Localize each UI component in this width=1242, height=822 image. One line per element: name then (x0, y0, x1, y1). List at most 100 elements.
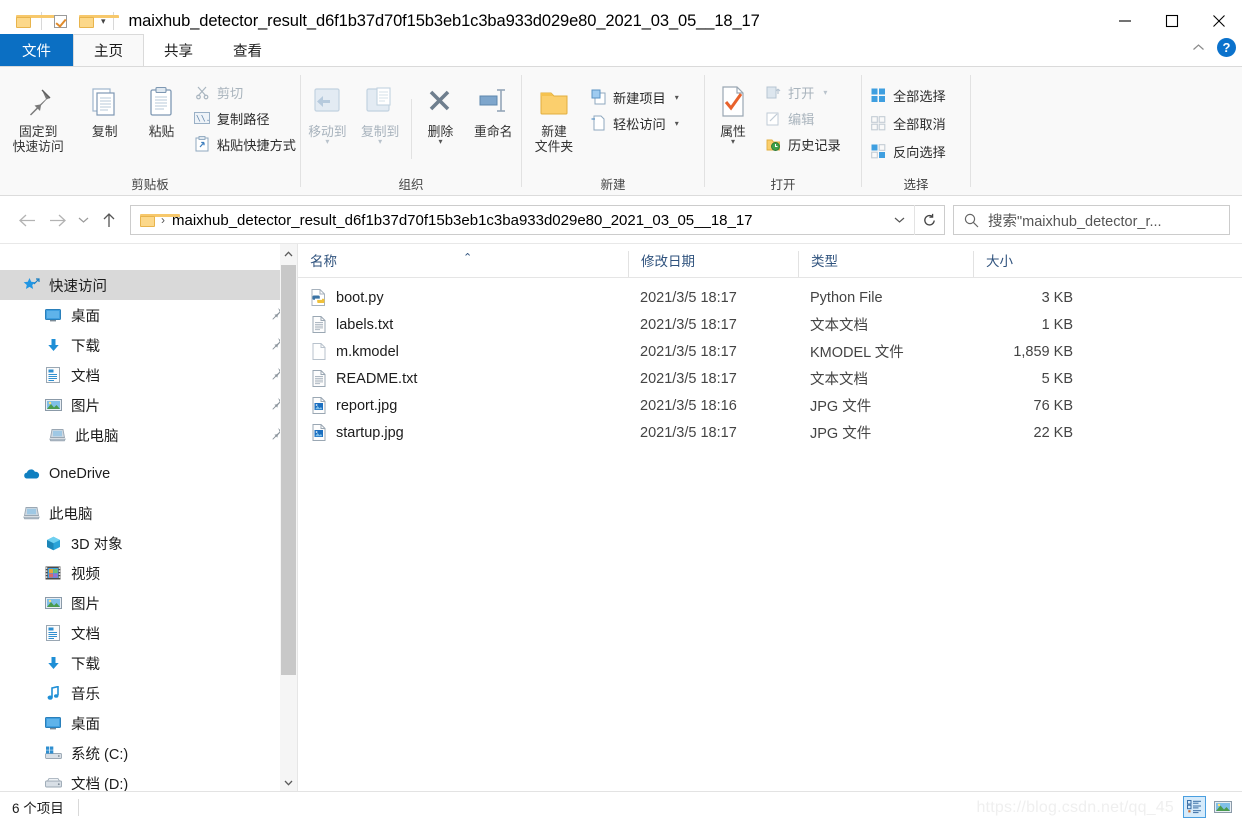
move-to-caret[interactable]: ▾ (325, 138, 329, 146)
select-all-button[interactable]: 全部选择 (866, 83, 950, 107)
sidebar-item-music[interactable]: 音乐 (0, 678, 297, 708)
status-separator (77, 798, 79, 816)
move-to-icon (310, 79, 344, 119)
new-item-caret[interactable]: ▾ (675, 93, 679, 102)
refresh-button[interactable] (914, 205, 944, 235)
search-box[interactable]: 搜索"maixhub_detector_r... (953, 205, 1230, 235)
back-button[interactable] (12, 205, 42, 235)
folder-icon (140, 213, 180, 227)
sidebar-item-onedrive[interactable]: OneDrive (0, 459, 297, 489)
details-view-button[interactable] (1183, 796, 1206, 818)
sidebar-item-downloads[interactable]: 下载 (0, 330, 297, 360)
sidebar-item-system-drive-c[interactable]: 系统 (C:) (0, 738, 297, 768)
file-size: 3 KB (1041, 289, 1073, 306)
tab-file[interactable]: 文件 (0, 34, 73, 66)
recent-locations-button[interactable] (72, 205, 94, 235)
move-to-button[interactable]: 移动到 ▾ (301, 75, 354, 146)
table-row[interactable]: boot.py 2021/3/5 18:17 Python File 3 KB (298, 284, 1242, 311)
tab-share[interactable]: 共享 (144, 34, 213, 66)
sidebar-item-documents[interactable]: 文档 (0, 360, 297, 390)
copy-label: 复制 (91, 124, 118, 139)
column-header-type[interactable]: 类型 (798, 251, 973, 277)
scroll-down-arrow-icon[interactable] (280, 773, 297, 792)
copy-path-button[interactable]: \\.. 复制路径 (190, 106, 300, 130)
pin-to-quick-access-button[interactable]: 固定到 快速访问 (0, 75, 76, 154)
properties-button[interactable]: 属性 ▾ (705, 75, 761, 146)
paste-button[interactable]: 粘贴 (133, 75, 190, 139)
breadcrumb-path[interactable]: maixhub_detector_result_d6f1b37d70f15b3e… (172, 212, 884, 229)
open-caret[interactable]: ▾ (823, 88, 827, 97)
sidebar-item-desktop-pc[interactable]: 桌面 (0, 708, 297, 738)
tab-home[interactable]: 主页 (73, 34, 144, 66)
history-button[interactable]: 历史记录 (761, 132, 845, 156)
thumbnail-view-button[interactable] (1211, 796, 1234, 818)
file-type: Python File (810, 289, 883, 306)
tab-view[interactable]: 查看 (213, 34, 282, 66)
qat-new-folder-button[interactable] (73, 8, 119, 34)
new-item-button[interactable]: 新建项目 ▾ (586, 85, 683, 109)
easy-access-button[interactable]: 轻松访问 ▾ (586, 111, 683, 135)
invert-selection-button[interactable]: 反向选择 (866, 139, 950, 163)
properties-caret[interactable]: ▾ (731, 138, 735, 146)
scrollbar-thumb[interactable] (281, 265, 296, 675)
sidebar-item-downloads-pc[interactable]: 下载 (0, 648, 297, 678)
column-label: 类型 (811, 254, 838, 269)
copy-to-caret[interactable]: ▾ (378, 138, 382, 146)
ribbon-group-select: 全部选择 全部取消 反向选择 选择 (862, 67, 970, 196)
table-row[interactable]: startup.jpg 2021/3/5 18:17 JPG 文件 22 KB (298, 419, 1242, 446)
file-name-cell: startup.jpg (298, 424, 628, 442)
easy-access-caret[interactable]: ▾ (675, 119, 679, 128)
address-bar[interactable]: › maixhub_detector_result_d6f1b37d70f15b… (130, 205, 945, 235)
sidebar-item-this-pc-quick[interactable]: 此电脑 (0, 420, 297, 450)
copy-to-button[interactable]: 复制到 ▾ (354, 75, 407, 146)
table-row[interactable]: README.txt 2021/3/5 18:17 文本文档 5 KB (298, 365, 1242, 392)
file-name-cell: m.kmodel (298, 343, 628, 361)
qat-folder-button[interactable] (10, 8, 56, 34)
delete-caret[interactable]: ▾ (438, 138, 442, 146)
pictures-icon (42, 395, 64, 415)
sidebar-item-3d-objects[interactable]: 3D 对象 (0, 528, 297, 558)
copy-to-icon (363, 79, 397, 119)
sidebar-label: 视频 (71, 566, 100, 583)
sidebar-item-pictures[interactable]: 图片 (0, 390, 297, 420)
sidebar-item-this-pc[interactable]: 此电脑 (0, 498, 297, 528)
delete-button[interactable]: 删除 ▾ (415, 75, 465, 146)
paste-shortcut-button[interactable]: 粘贴快捷方式 (190, 132, 300, 156)
sidebar-item-quick-access[interactable]: 快速访问 (0, 270, 297, 300)
column-header-size[interactable]: 大小 (973, 251, 1095, 277)
select-all-icon (870, 87, 887, 104)
table-row[interactable]: m.kmodel 2021/3/5 18:17 KMODEL 文件 1,859 … (298, 338, 1242, 365)
edit-button[interactable]: 编辑 (761, 106, 845, 130)
scroll-up-arrow-icon[interactable] (280, 244, 297, 263)
folder-icon (78, 14, 119, 28)
sidebar-item-documents-pc[interactable]: 文档 (0, 618, 297, 648)
ribbon-group-open: 属性 ▾ 打开 ▾ 编辑 历史记录 打开 (705, 67, 861, 196)
forward-button[interactable] (42, 205, 72, 235)
paste-label: 粘贴 (148, 124, 175, 139)
table-row[interactable]: labels.txt 2021/3/5 18:17 文本文档 1 KB (298, 311, 1242, 338)
up-button[interactable] (94, 205, 124, 235)
chevron-down-icon[interactable] (884, 216, 914, 224)
table-row[interactable]: report.jpg 2021/3/5 18:16 JPG 文件 76 KB (298, 392, 1242, 419)
help-button[interactable]: ? (1217, 37, 1236, 57)
file-name-cell: README.txt (298, 370, 628, 388)
new-folder-button[interactable]: 新建 文件夹 (522, 75, 586, 154)
select-none-button[interactable]: 全部取消 (866, 111, 950, 135)
pin-icon (21, 79, 55, 119)
navigation-scrollbar[interactable] (280, 244, 297, 792)
qat-properties-button[interactable] (47, 8, 73, 34)
sidebar-item-pictures-pc[interactable]: 图片 (0, 588, 297, 618)
sidebar-item-desktop[interactable]: 桌面 (0, 300, 297, 330)
chevron-up-icon[interactable] (1187, 36, 1209, 58)
new-item-icon (590, 89, 607, 106)
open-button[interactable]: 打开 ▾ (761, 80, 845, 104)
column-header-date[interactable]: 修改日期 (628, 251, 798, 277)
cut-button[interactable]: 剪切 (190, 80, 300, 104)
view-toggles (1183, 796, 1234, 818)
sidebar-item-videos[interactable]: 视频 (0, 558, 297, 588)
rename-button[interactable]: 重命名 (465, 75, 521, 139)
search-input[interactable]: 搜索"maixhub_detector_r... (988, 210, 1162, 231)
sidebar-item-drive-d[interactable]: 文档 (D:) (0, 768, 297, 792)
column-header-name[interactable]: ⌃ 名称 (298, 251, 628, 277)
copy-button[interactable]: 复制 (76, 75, 133, 139)
